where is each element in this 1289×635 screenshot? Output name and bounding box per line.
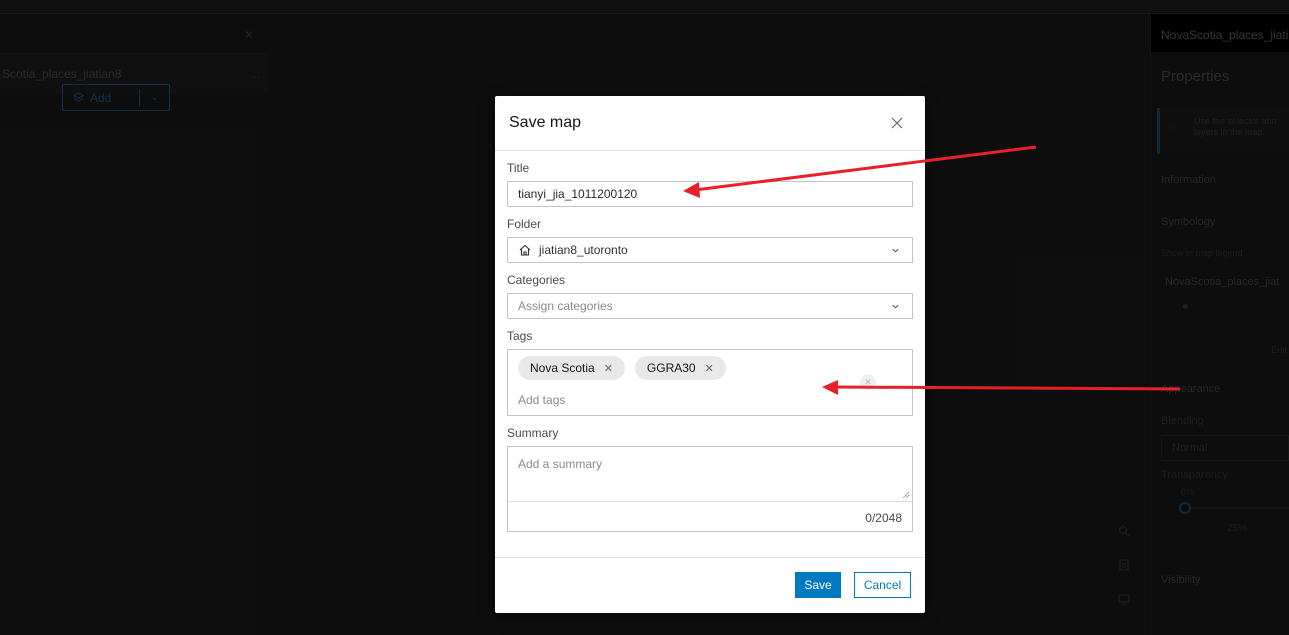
remove-tag-icon[interactable]: ✕ [705,362,714,375]
home-icon [519,244,531,256]
tag-chip: GGRA30 ✕ [634,356,726,380]
summary-placeholder: Add a summary [518,457,603,471]
folder-select[interactable]: jiatian8_utoronto [507,237,913,263]
categories-select[interactable]: Assign categories [507,293,913,319]
summary-field: Add a summary 0/2048 [507,446,913,532]
categories-placeholder: Assign categories [518,299,613,313]
cancel-button[interactable]: Cancel [854,572,911,598]
tag-chips: Nova Scotia ✕ GGRA30 ✕ [518,356,912,380]
dialog-body: Title Folder jiatian8_utoronto Categorie… [495,151,925,532]
summary-textarea[interactable]: Add a summary [508,447,912,502]
tag-label: GGRA30 [646,361,696,375]
categories-label: Categories [507,273,566,287]
remove-tag-icon[interactable]: ✕ [604,362,613,375]
character-count: 0/2048 [865,511,902,525]
title-field[interactable] [507,181,913,207]
chevron-down-icon [892,304,899,309]
dialog-header: Save map [495,96,925,151]
resize-handle-icon[interactable] [902,491,910,499]
chevron-down-icon [892,248,899,253]
summary-label: Summary [507,426,559,440]
save-map-dialog: Save map Title Folder jiatian8_utoronto … [495,96,925,613]
folder-value: jiatian8_utoronto [539,243,628,257]
tags-field[interactable]: Nova Scotia ✕ GGRA30 ✕ Add tags ✕ [507,349,913,416]
dialog-title: Save map [509,114,582,131]
clear-tags-icon[interactable]: ✕ [860,374,876,390]
close-icon[interactable] [889,115,905,131]
dialog-footer: Save Cancel [495,557,925,613]
tag-chip: Nova Scotia ✕ [518,356,625,380]
tags-label: Tags [507,329,533,343]
add-tags-input[interactable]: Add tags [518,393,912,407]
title-label: Title [507,161,530,175]
save-button[interactable]: Save [795,572,841,598]
tag-label: Nova Scotia [530,361,595,375]
title-input[interactable] [518,187,902,201]
folder-label: Folder [507,217,542,231]
